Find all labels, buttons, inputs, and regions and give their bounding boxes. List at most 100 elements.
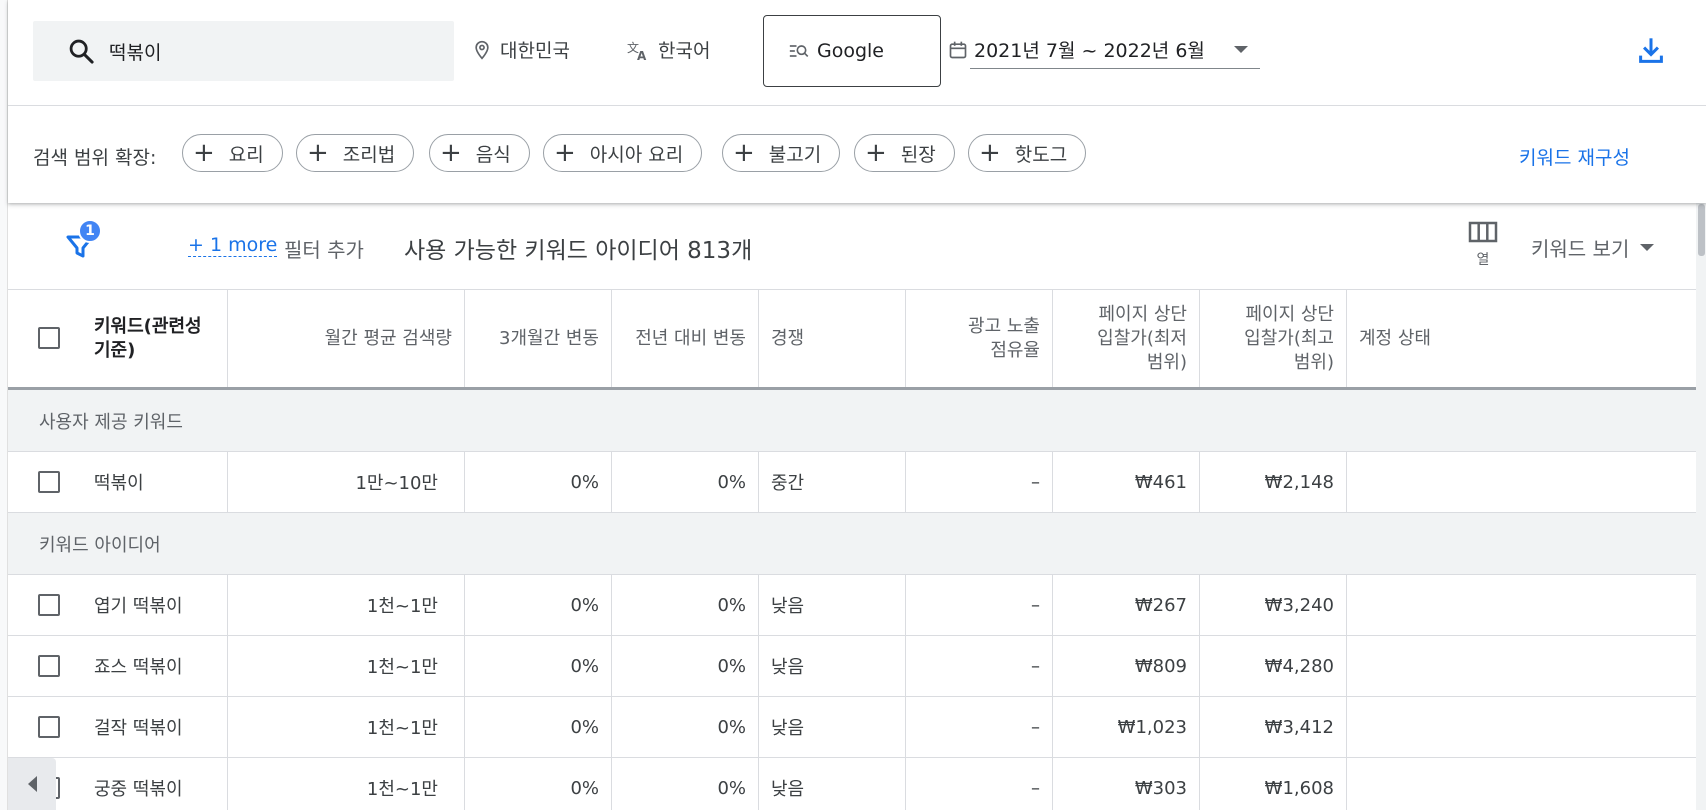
bid-high-cell: ₩4,280 <box>1200 636 1347 696</box>
columns-button[interactable]: 열 <box>1461 221 1505 269</box>
table-header: 키워드(관련성 기준) 월간 평균 검색량 3개월간 변동 전년 대비 변동 경… <box>8 290 1698 390</box>
scrollbar-thumb[interactable] <box>1698 204 1705 256</box>
impression-share-cell: – <box>906 636 1053 696</box>
results-toolbar: 1 + 1 more 필터 추가 사용 가능한 키워드 아이디어 813개 열 … <box>8 203 1706 290</box>
status-cell <box>1347 758 1698 810</box>
more-filters-link[interactable]: + 1 more <box>188 234 278 257</box>
chip-label: 조리법 <box>342 143 396 166</box>
chip-label: 요리 <box>228 143 264 166</box>
bid-high-cell: ₩1,608 <box>1200 758 1347 810</box>
header-label: 페이지 상단 입찰가(최저 범위) <box>1097 303 1187 373</box>
download-icon[interactable] <box>1637 36 1665 66</box>
monthly-cell: 1천~1만 <box>228 636 465 696</box>
location-selector[interactable]: 대한민국 <box>472 36 570 63</box>
table-row[interactable]: 죠스 떡볶이 1천~1만 0% 0% 낮음 – ₩809 ₩4,280 <box>8 636 1698 697</box>
rebuild-keywords-link[interactable]: 키워드 재구성 <box>1519 143 1630 170</box>
keyword-cell: 걸작 떡볶이 <box>8 697 228 757</box>
bid-high-cell: ₩3,240 <box>1200 575 1347 635</box>
keyword-cell: 떡볶이 <box>8 452 228 512</box>
impression-share-cell: – <box>906 697 1053 757</box>
chip-add-keyword[interactable]: + 된장 <box>854 134 955 172</box>
select-all-checkbox[interactable] <box>38 327 60 349</box>
columns-icon <box>1468 221 1498 243</box>
row-checkbox[interactable] <box>38 594 60 616</box>
status-cell <box>1347 575 1698 635</box>
three-month-cell: 0% <box>465 697 612 757</box>
table-row[interactable]: 걸작 떡볶이 1천~1만 0% 0% 낮음 – ₩1,023 ₩3,412 <box>8 697 1698 758</box>
chip-add-keyword[interactable]: + 음식 <box>429 134 530 172</box>
three-month-cell: 0% <box>465 636 612 696</box>
bid-low-cell: ₩809 <box>1053 636 1200 696</box>
impression-share-cell: – <box>906 575 1053 635</box>
add-filter-button[interactable]: 필터 추가 <box>284 234 364 263</box>
vertical-scrollbar[interactable] <box>1696 203 1706 810</box>
filter-count-badge: 1 <box>78 219 102 243</box>
monthly-cell: 1만~10만 <box>228 452 465 512</box>
bid-low-cell: ₩461 <box>1053 452 1200 512</box>
plus-icon: + <box>307 138 329 168</box>
plus-icon: + <box>440 138 462 168</box>
language-selector[interactable]: 文 A 한국어 <box>626 36 710 63</box>
header-bid-low[interactable]: 페이지 상단 입찰가(최저 범위) <box>1053 290 1200 387</box>
caret-down-icon <box>1640 243 1655 251</box>
translate-icon: 文 A <box>627 40 647 62</box>
plus-icon: + <box>865 138 887 168</box>
row-checkbox[interactable] <box>38 471 60 493</box>
search-network-icon <box>789 45 809 58</box>
keyword-view-dropdown[interactable]: 키워드 보기 <box>1531 233 1655 262</box>
chevron-left-icon <box>28 776 37 792</box>
header-impression-share[interactable]: 광고 노출 점유율 <box>906 290 1053 387</box>
columns-label: 열 <box>1476 252 1490 268</box>
date-range-underline <box>970 68 1260 69</box>
keyword-text: 궁중 떡볶이 <box>94 779 183 800</box>
header-yoy-change[interactable]: 전년 대비 변동 <box>612 290 759 387</box>
row-checkbox[interactable] <box>38 655 60 677</box>
calendar-icon <box>949 41 967 58</box>
three-month-cell: 0% <box>465 575 612 635</box>
caret-down-icon[interactable] <box>1233 45 1249 55</box>
header-bid-high[interactable]: 페이지 상단 입찰가(최고 범위) <box>1200 290 1347 387</box>
search-input[interactable]: 떡볶이 <box>33 21 454 81</box>
language-label: 한국어 <box>658 40 711 62</box>
chip-label: 불고기 <box>768 143 822 166</box>
chip-add-keyword[interactable]: + 조리법 <box>296 134 415 172</box>
monthly-cell: 1천~1만 <box>228 758 465 810</box>
date-range-selector[interactable]: 2021년 7월 ~ 2022년 6월 <box>948 36 1205 63</box>
table-row[interactable]: 궁중 떡볶이 1천~1만 0% 0% 낮음 – ₩303 ₩1,608 <box>8 758 1698 810</box>
header-account-status[interactable]: 계정 상태 <box>1347 290 1698 387</box>
competition-cell: 낮음 <box>759 758 906 810</box>
bid-high-cell: ₩3,412 <box>1200 697 1347 757</box>
chip-add-keyword[interactable]: + 아시아 요리 <box>543 134 703 172</box>
chip-label: 된장 <box>900 143 936 166</box>
table-row[interactable]: 떡볶이 1만~10만 0% 0% 중간 – ₩461 ₩2,148 <box>8 452 1698 513</box>
group-keyword-ideas: 키워드 아이디어 <box>8 513 1698 575</box>
status-cell <box>1347 636 1698 696</box>
header-competition[interactable]: 경쟁 <box>759 290 906 387</box>
network-selector[interactable]: Google <box>763 15 941 87</box>
collapse-left-button[interactable] <box>8 758 56 810</box>
three-month-cell: 0% <box>465 452 612 512</box>
bid-low-cell: ₩303 <box>1053 758 1200 810</box>
chip-label: 아시아 요리 <box>589 143 684 166</box>
yoy-cell: 0% <box>612 575 759 635</box>
header-keyword-label: 키워드(관련성 기준) <box>94 315 202 361</box>
yoy-cell: 0% <box>612 636 759 696</box>
header-top-row: 떡볶이 대한민국 文 A 한국어 Google 2021년 7월 ~ 2022년… <box>8 0 1706 106</box>
header-monthly-searches[interactable]: 월간 평균 검색량 <box>228 290 465 387</box>
competition-cell: 낮음 <box>759 636 906 696</box>
row-checkbox[interactable] <box>38 716 60 738</box>
chip-add-keyword[interactable]: + 불고기 <box>722 134 841 172</box>
chip-add-keyword[interactable]: + 요리 <box>182 134 283 172</box>
header-label: 광고 노출 점유율 <box>968 315 1040 361</box>
group-user-keywords: 사용자 제공 키워드 <box>8 390 1698 452</box>
header-label: 경쟁 <box>771 327 805 349</box>
network-label: Google <box>817 40 885 62</box>
chip-add-keyword[interactable]: + 핫도그 <box>968 134 1087 172</box>
header-three-month-change[interactable]: 3개월간 변동 <box>465 290 612 387</box>
table-row[interactable]: 엽기 떡볶이 1천~1만 0% 0% 낮음 – ₩267 ₩3,240 <box>8 575 1698 636</box>
header-keyword[interactable]: 키워드(관련성 기준) <box>8 290 228 387</box>
yoy-cell: 0% <box>612 697 759 757</box>
keyword-text: 걸작 떡볶이 <box>94 718 183 739</box>
monthly-cell: 1천~1만 <box>228 575 465 635</box>
location-label: 대한민국 <box>500 40 570 62</box>
